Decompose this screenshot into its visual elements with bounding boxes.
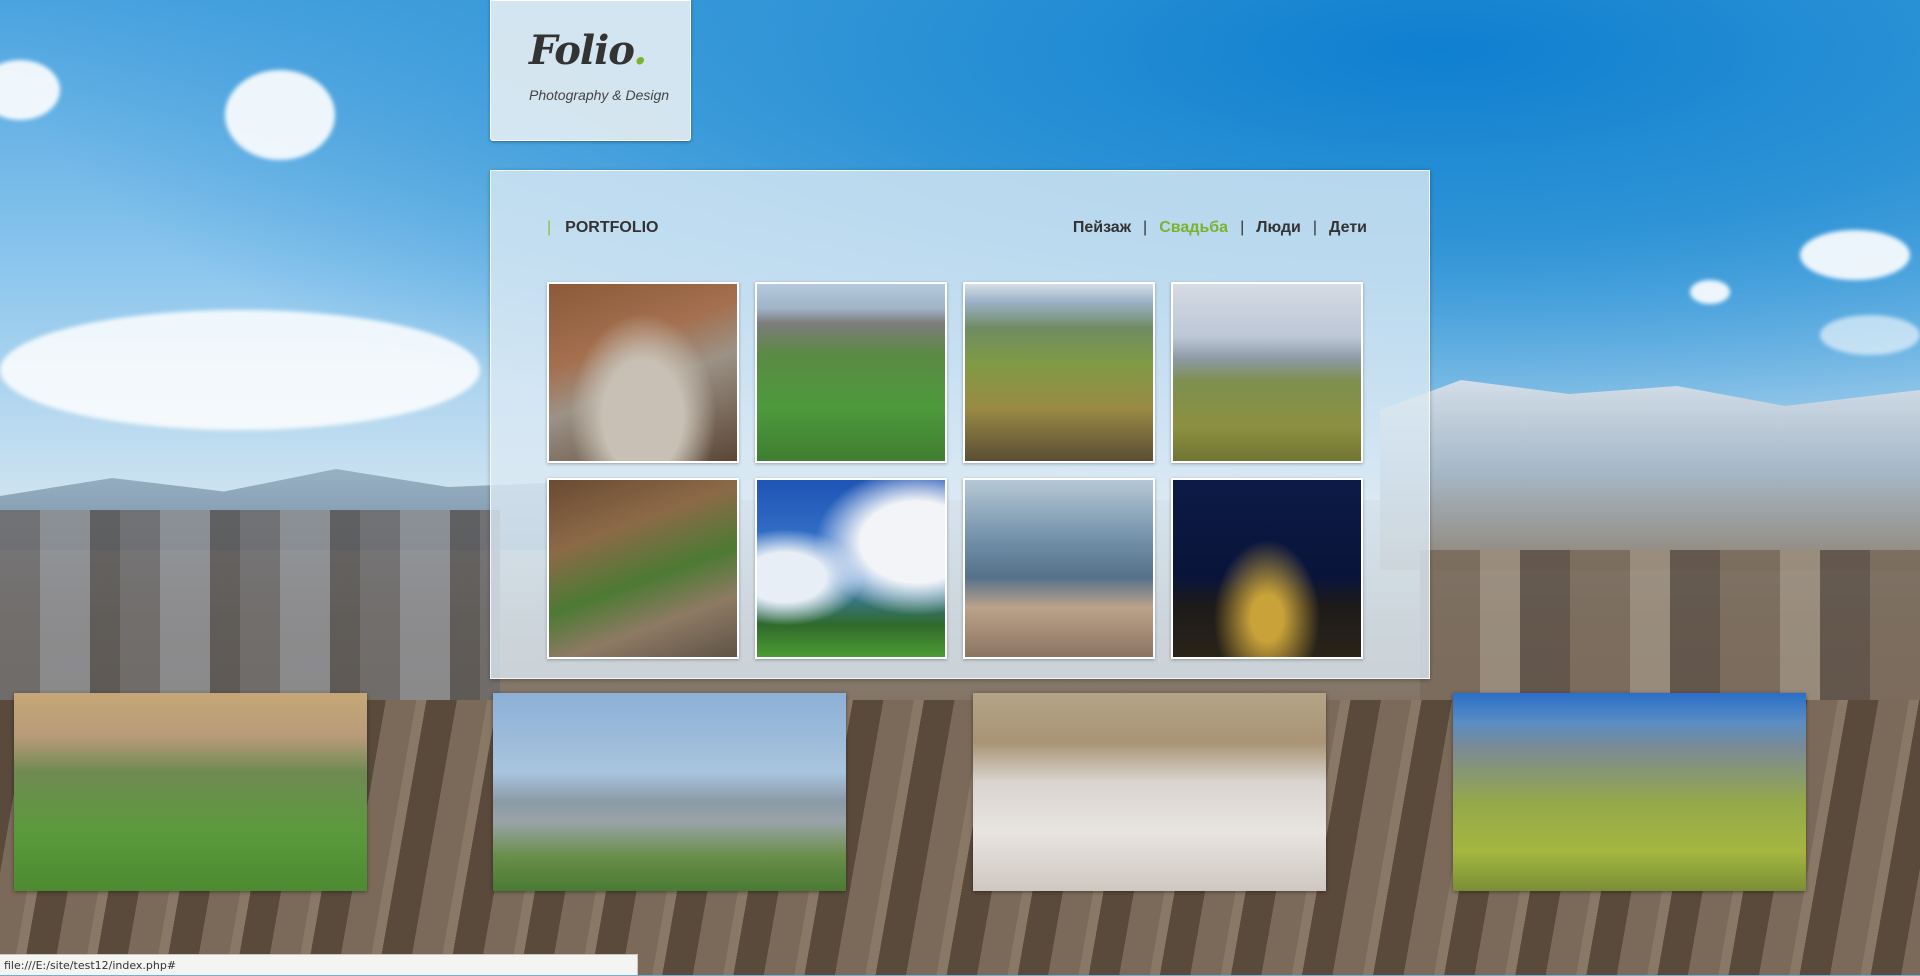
thumbnail-plateau-meadow[interactable] xyxy=(1171,282,1363,463)
thumbnail-monument-blue-sky[interactable] xyxy=(755,478,947,659)
filter-children[interactable]: Дети xyxy=(1329,219,1367,236)
portfolio-header: | PORTFOLIO Пейзаж | Свадьба | Люди | Дети xyxy=(547,219,1367,241)
filter-wedding[interactable]: Свадьба xyxy=(1159,219,1228,236)
cloud xyxy=(225,70,335,160)
portfolio-title: PORTFOLIO xyxy=(565,219,659,236)
cloud xyxy=(1690,280,1730,304)
filter-separator: | xyxy=(1143,219,1148,236)
thumbnail-night-city-lights[interactable] xyxy=(1171,478,1363,659)
gallery-town-valley-view[interactable] xyxy=(493,693,846,891)
cloud xyxy=(0,310,480,430)
browser-status-bar: file:///E:/site/test12/index.php# xyxy=(0,954,638,975)
thumbnail-mountain-village-cliff[interactable] xyxy=(547,282,739,463)
logo-subtitle: Photography & Design xyxy=(529,87,670,103)
filter-landscape[interactable]: Пейзаж xyxy=(1073,219,1131,236)
gallery-snowy-village[interactable] xyxy=(973,693,1326,891)
background-mountains-right xyxy=(1380,380,1920,570)
gallery-meadow-sunset[interactable] xyxy=(14,693,367,891)
logo-box[interactable]: Folio. Photography & Design xyxy=(490,0,691,141)
thumbnail-rocky-canyon-waterfall[interactable] xyxy=(547,478,739,659)
thumbnail-green-valley-canyon[interactable] xyxy=(963,282,1155,463)
logo-dot: . xyxy=(633,27,647,74)
filter-separator: | xyxy=(1240,219,1245,236)
portfolio-filters: Пейзаж | Свадьба | Люди | Дети xyxy=(1073,219,1367,237)
logo-title: Folio. xyxy=(529,27,647,74)
filter-people[interactable]: Люди xyxy=(1256,219,1301,236)
cloud xyxy=(1820,315,1920,355)
cloud xyxy=(1800,230,1910,280)
background-town-left xyxy=(0,510,500,710)
filter-separator: | xyxy=(1312,219,1318,236)
portfolio-title-separator: | xyxy=(547,219,552,236)
gallery-aerial-fields[interactable] xyxy=(1453,693,1806,891)
thumbnail-football-field[interactable] xyxy=(755,282,947,463)
thumbnail-cliff-edge-mountains[interactable] xyxy=(963,478,1155,659)
portfolio-panel: | PORTFOLIO Пейзаж | Свадьба | Люди | Дети xyxy=(490,170,1430,679)
